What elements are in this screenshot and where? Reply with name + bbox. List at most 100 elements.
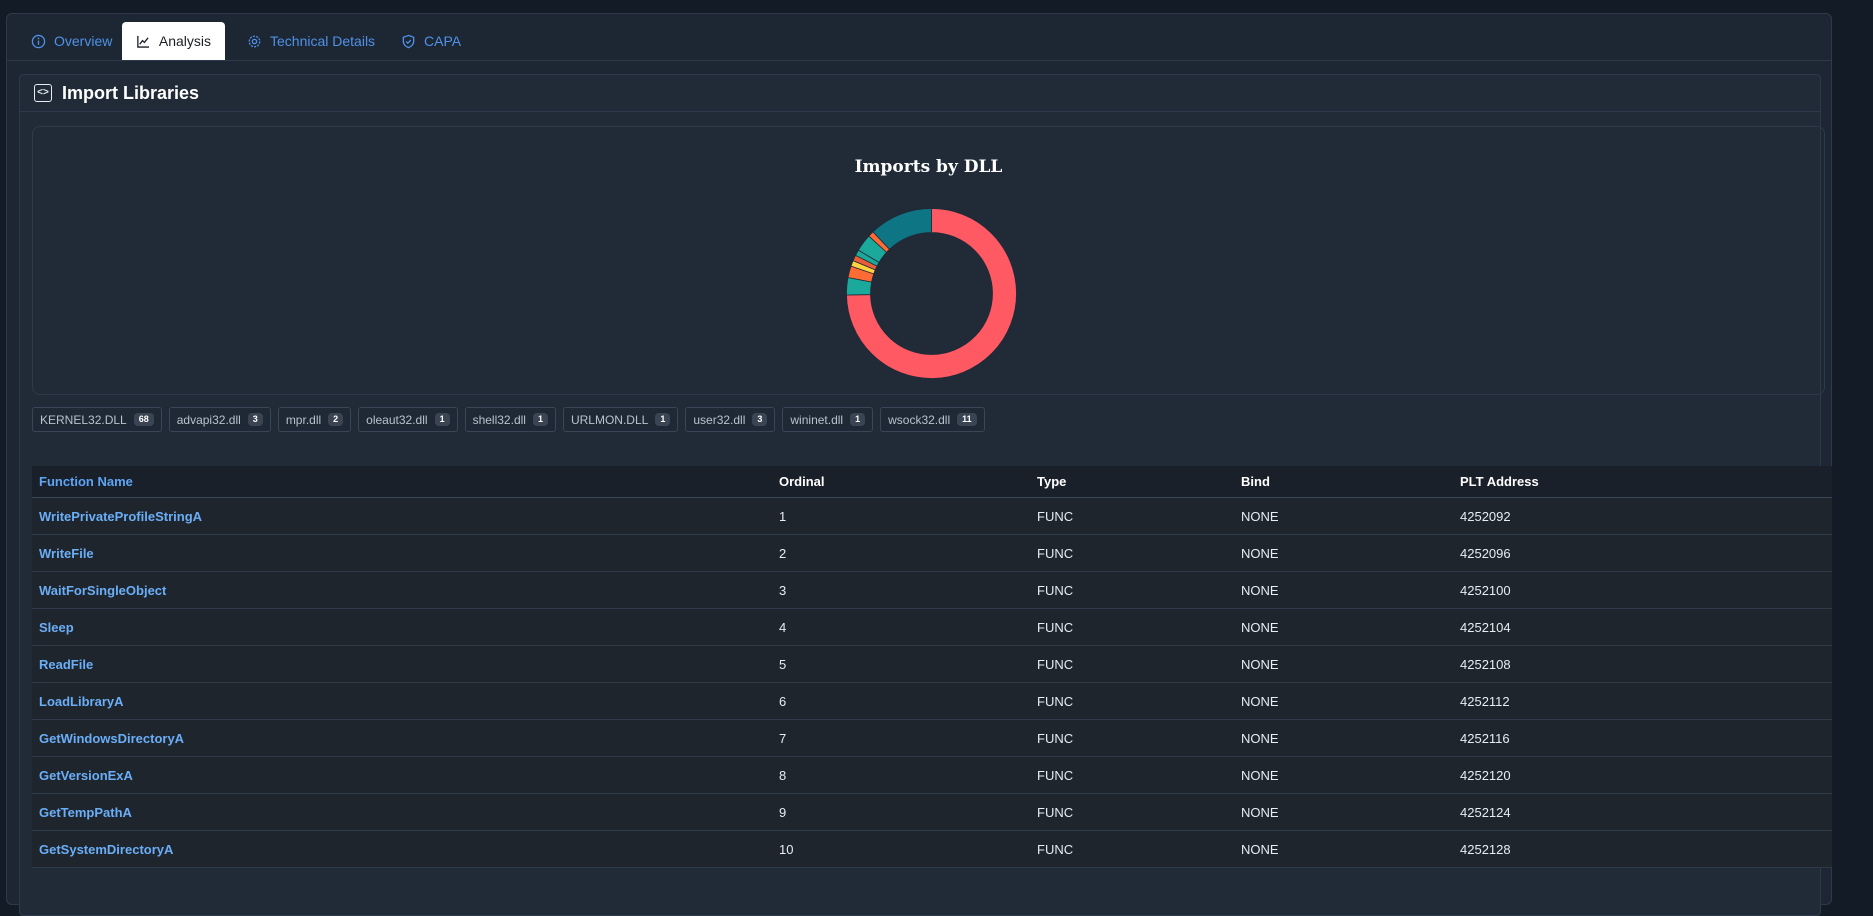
dll-chip[interactable]: wininet.dll 1 xyxy=(782,407,874,432)
tab-capa[interactable]: CAPA xyxy=(387,22,475,60)
table-body: WritePrivateProfileStringA 1 FUNC NONE 42520… xyxy=(32,497,1832,868)
dll-chip[interactable]: mpr.dll 2 xyxy=(277,407,352,432)
table-row: ReadFile 5 FUNC NONE 4252108 xyxy=(32,645,1832,683)
function-name-cell[interactable]: GetWindowsDirectoryA xyxy=(32,719,772,757)
function-name-cell[interactable]: GetVersionExA xyxy=(32,756,772,794)
bind-cell: NONE xyxy=(1234,793,1453,831)
bind-cell: NONE xyxy=(1234,534,1453,572)
ordinal-cell: 7 xyxy=(772,719,1030,757)
dll-name: KERNEL32.DLL xyxy=(40,412,127,427)
function-name-cell[interactable]: WritePrivateProfileStringA xyxy=(32,497,772,535)
tab-label: CAPA xyxy=(424,33,462,49)
dll-count-badge: 11 xyxy=(957,413,977,426)
info-icon xyxy=(31,34,46,48)
function-name-cell[interactable]: GetSystemDirectoryA xyxy=(32,830,772,868)
ordinal-cell: 4 xyxy=(772,608,1030,646)
tab-label: Technical Details xyxy=(270,33,376,49)
tab-technical-details[interactable]: Technical Details xyxy=(233,22,389,60)
plt-address-cell: 4252116 xyxy=(1453,719,1832,757)
dll-filter-list: KERNEL32.DLL 68 advapi32.dll 3 mpr.dll 2 oleau… xyxy=(32,407,985,432)
dll-chip[interactable]: wsock32.dll 11 xyxy=(880,407,985,432)
column-header-function-name[interactable]: Function Name xyxy=(32,466,772,498)
imports-donut-chart xyxy=(846,208,1017,379)
dll-name: user32.dll xyxy=(693,412,746,427)
section-header: <> Import Libraries xyxy=(20,75,1820,112)
main-panel: Overview Analysis Technical Details CAPA… xyxy=(6,13,1832,916)
dll-chip[interactable]: advapi32.dll 3 xyxy=(168,407,271,432)
plt-address-cell: 4252096 xyxy=(1453,534,1832,572)
dll-count-badge: 1 xyxy=(655,413,671,426)
tab-label: Analysis xyxy=(158,33,211,49)
chart-container: Imports by DLL xyxy=(32,126,1825,395)
bind-cell: NONE xyxy=(1234,608,1453,646)
ordinal-cell: 2 xyxy=(772,534,1030,572)
table-row: GetSystemDirectoryA 10 FUNC NONE 4252128 xyxy=(32,830,1832,868)
type-cell: FUNC xyxy=(1030,608,1234,646)
dll-count-badge: 1 xyxy=(850,413,866,426)
table-row: GetTempPathA 9 FUNC NONE 4252124 xyxy=(32,793,1832,831)
dll-chip[interactable]: user32.dll 3 xyxy=(685,407,776,432)
dll-count-badge: 1 xyxy=(434,413,450,426)
ordinal-cell: 8 xyxy=(772,756,1030,794)
imports-table: Function Name Ordinal Type Bind PLT Addr… xyxy=(32,466,1832,868)
dll-name: shell32.dll xyxy=(472,412,526,427)
bind-cell: NONE xyxy=(1234,719,1453,757)
ordinal-cell: 9 xyxy=(772,793,1030,831)
plt-address-cell: 4252092 xyxy=(1453,497,1832,535)
function-name-cell[interactable]: LoadLibraryA xyxy=(32,682,772,720)
dll-chip[interactable]: shell32.dll 1 xyxy=(464,407,556,432)
dll-count-badge: 3 xyxy=(752,413,768,426)
shield-icon xyxy=(402,34,415,48)
dll-chip[interactable]: URLMON.DLL 1 xyxy=(562,407,679,432)
type-cell: FUNC xyxy=(1030,645,1234,683)
function-name-cell[interactable]: WriteFile xyxy=(32,534,772,572)
import-libraries-section: <> Import Libraries Imports by DLL KERNE… xyxy=(19,74,1832,916)
plt-address-cell: 4252104 xyxy=(1453,608,1832,646)
function-name-cell[interactable]: WaitForSingleObject xyxy=(32,571,772,609)
dll-chip[interactable]: oleaut32.dll 1 xyxy=(358,407,458,432)
bind-cell: NONE xyxy=(1234,645,1453,683)
table-row: GetWindowsDirectoryA 7 FUNC NONE 4252116 xyxy=(32,719,1832,757)
ordinal-cell: 3 xyxy=(772,571,1030,609)
function-name-cell[interactable]: Sleep xyxy=(32,608,772,646)
chart-line-icon xyxy=(137,35,150,48)
type-cell: FUNC xyxy=(1030,719,1234,757)
ordinal-cell: 10 xyxy=(772,830,1030,868)
dll-count-badge: 3 xyxy=(247,413,263,426)
table-row: GetVersionExA 8 FUNC NONE 4252120 xyxy=(32,756,1832,794)
plt-address-cell: 4252100 xyxy=(1453,571,1832,609)
dll-name: URLMON.DLL xyxy=(570,412,649,427)
type-cell: FUNC xyxy=(1030,756,1234,794)
tab-analysis[interactable]: Analysis xyxy=(122,22,225,60)
type-cell: FUNC xyxy=(1030,793,1234,831)
table-row: WritePrivateProfileStringA 1 FUNC NONE 42520… xyxy=(32,497,1832,535)
table-row: LoadLibraryA 6 FUNC NONE 4252112 xyxy=(32,682,1832,720)
function-name-cell[interactable]: GetTempPathA xyxy=(32,793,772,831)
dll-chip[interactable]: KERNEL32.DLL 68 xyxy=(32,407,162,432)
section-title: Import Libraries xyxy=(62,82,200,103)
tab-overview[interactable]: Overview xyxy=(17,22,126,60)
dll-count-badge: 1 xyxy=(532,413,548,426)
dll-name: advapi32.dll xyxy=(176,412,241,427)
plt-address-cell: 4252112 xyxy=(1453,682,1832,720)
code-icon: <> xyxy=(34,84,52,102)
plt-address-cell: 4252124 xyxy=(1453,793,1832,831)
type-cell: FUNC xyxy=(1030,682,1234,720)
table-header-row: Function Name Ordinal Type Bind PLT Addr… xyxy=(32,466,1832,498)
dll-count-badge: 68 xyxy=(133,413,154,426)
column-header-type: Type xyxy=(1030,466,1234,498)
type-cell: FUNC xyxy=(1030,571,1234,609)
type-cell: FUNC xyxy=(1030,534,1234,572)
bind-cell: NONE xyxy=(1234,571,1453,609)
column-header-plt-address: PLT Address xyxy=(1453,466,1832,498)
dll-name: wsock32.dll xyxy=(888,412,951,427)
column-header-ordinal: Ordinal xyxy=(772,466,1030,498)
bind-cell: NONE xyxy=(1234,682,1453,720)
table-row: WriteFile 2 FUNC NONE 4252096 xyxy=(32,534,1832,572)
tab-label: Overview xyxy=(54,33,113,49)
ordinal-cell: 6 xyxy=(772,682,1030,720)
type-cell: FUNC xyxy=(1030,497,1234,535)
dll-count-badge: 2 xyxy=(328,413,344,426)
tab-bar: Overview Analysis Technical Details CAPA xyxy=(7,14,1831,61)
function-name-cell[interactable]: ReadFile xyxy=(32,645,772,683)
